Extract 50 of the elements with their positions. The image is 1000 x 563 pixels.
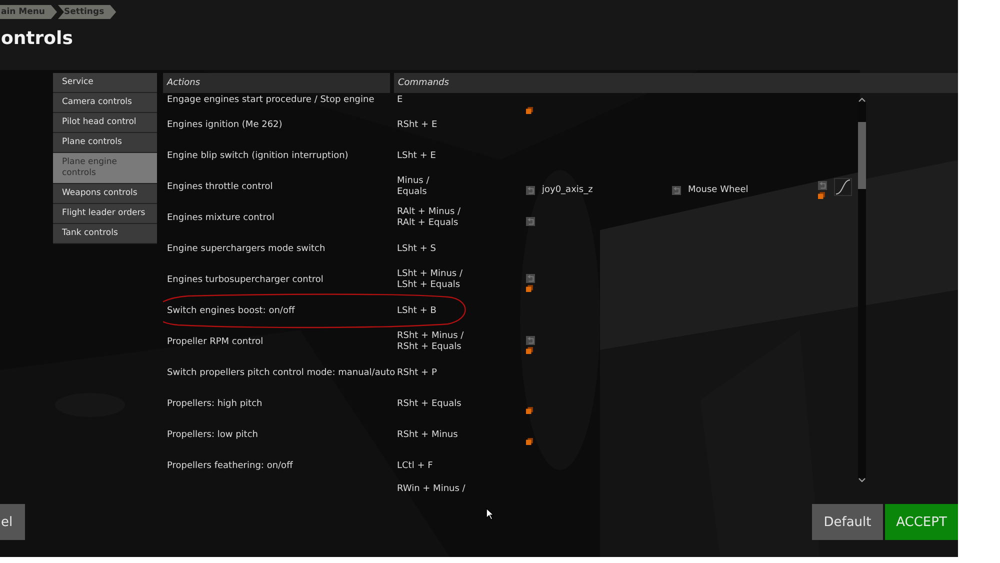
scroll-down-icon[interactable] bbox=[858, 478, 866, 483]
key-binding[interactable]: Minus / Equals bbox=[397, 176, 526, 198]
key-binding[interactable]: E bbox=[397, 94, 526, 106]
curve-icon[interactable] bbox=[834, 178, 852, 196]
key-binding[interactable]: LCtl + F bbox=[397, 460, 526, 472]
reset-icon[interactable] bbox=[526, 274, 535, 284]
key-binding[interactable]: LSht + Minus / LSht + Equals bbox=[397, 269, 526, 292]
key-binding[interactable]: RSht + Equals bbox=[397, 398, 526, 410]
scrollbar-thumb[interactable] bbox=[858, 122, 866, 189]
key-binding[interactable]: LSht + B bbox=[397, 306, 526, 317]
device-binding[interactable]: Mouse Wheel bbox=[688, 185, 748, 196]
action-label: Engines ignition (Me 262) bbox=[167, 120, 282, 130]
action-label: Propellers feathering: on/off bbox=[167, 461, 293, 472]
action-label: Engines mixture control bbox=[167, 213, 274, 224]
scroll-up-icon[interactable] bbox=[858, 96, 866, 102]
sidebar-item[interactable]: Flight leader orders bbox=[53, 204, 157, 224]
accept-button[interactable]: ACCEPT bbox=[885, 504, 958, 540]
reset-icon[interactable] bbox=[526, 336, 535, 346]
sidebar-item[interactable]: Weapons controls bbox=[53, 184, 157, 204]
action-label: Engine blip switch (ignition interruption) bbox=[167, 151, 348, 162]
action-label: Propeller RPM control bbox=[167, 337, 264, 348]
page-title: ontrols bbox=[1, 28, 74, 49]
key-binding[interactable]: LSht + E bbox=[397, 150, 526, 162]
action-label: Propellers: low pitch bbox=[167, 430, 258, 440]
action-label: Switch propellers pitch control mode: manual/auto bbox=[167, 368, 396, 378]
action-label: Engines throttle control bbox=[167, 182, 273, 192]
key-binding[interactable]: RSht + Minus / RSht + Equals bbox=[397, 331, 526, 354]
column-header: Commands bbox=[394, 73, 958, 93]
action-label: Switch engines boost: on/off bbox=[167, 306, 295, 316]
device-binding[interactable]: joy0_axis_z bbox=[542, 185, 593, 196]
key-binding[interactable]: RAlt + Minus / RAlt + Equals bbox=[397, 207, 526, 230]
cursor-icon bbox=[486, 508, 494, 520]
sidebar-item[interactable]: Pilot head control bbox=[53, 113, 157, 133]
key-binding[interactable]: RSht + Minus bbox=[397, 430, 526, 441]
reset-icon[interactable] bbox=[818, 181, 827, 190]
column-header: Actions bbox=[163, 73, 390, 93]
sidebar-item[interactable]: Service bbox=[53, 73, 157, 93]
sidebar-item[interactable]: Tank controls bbox=[53, 224, 157, 244]
sidebar-item[interactable]: Camera controls bbox=[53, 93, 157, 113]
cancel-button[interactable]: el bbox=[0, 504, 25, 540]
key-binding[interactable]: RWin + Minus / bbox=[397, 484, 526, 495]
action-label: Propellers: high pitch bbox=[167, 399, 262, 410]
action-label: Engine superchargers mode switch bbox=[167, 244, 326, 254]
sidebar-item[interactable]: Plane controls bbox=[53, 133, 157, 153]
action-label: Engage engines start procedure / Stop engine bbox=[167, 94, 374, 105]
default-button[interactable]: Default bbox=[812, 504, 883, 540]
key-binding[interactable]: RSht + P bbox=[397, 368, 526, 379]
key-binding[interactable]: RSht + E bbox=[397, 120, 526, 131]
key-binding[interactable]: LSht + S bbox=[397, 244, 526, 255]
action-label: Engines turbosupercharger control bbox=[167, 275, 324, 286]
